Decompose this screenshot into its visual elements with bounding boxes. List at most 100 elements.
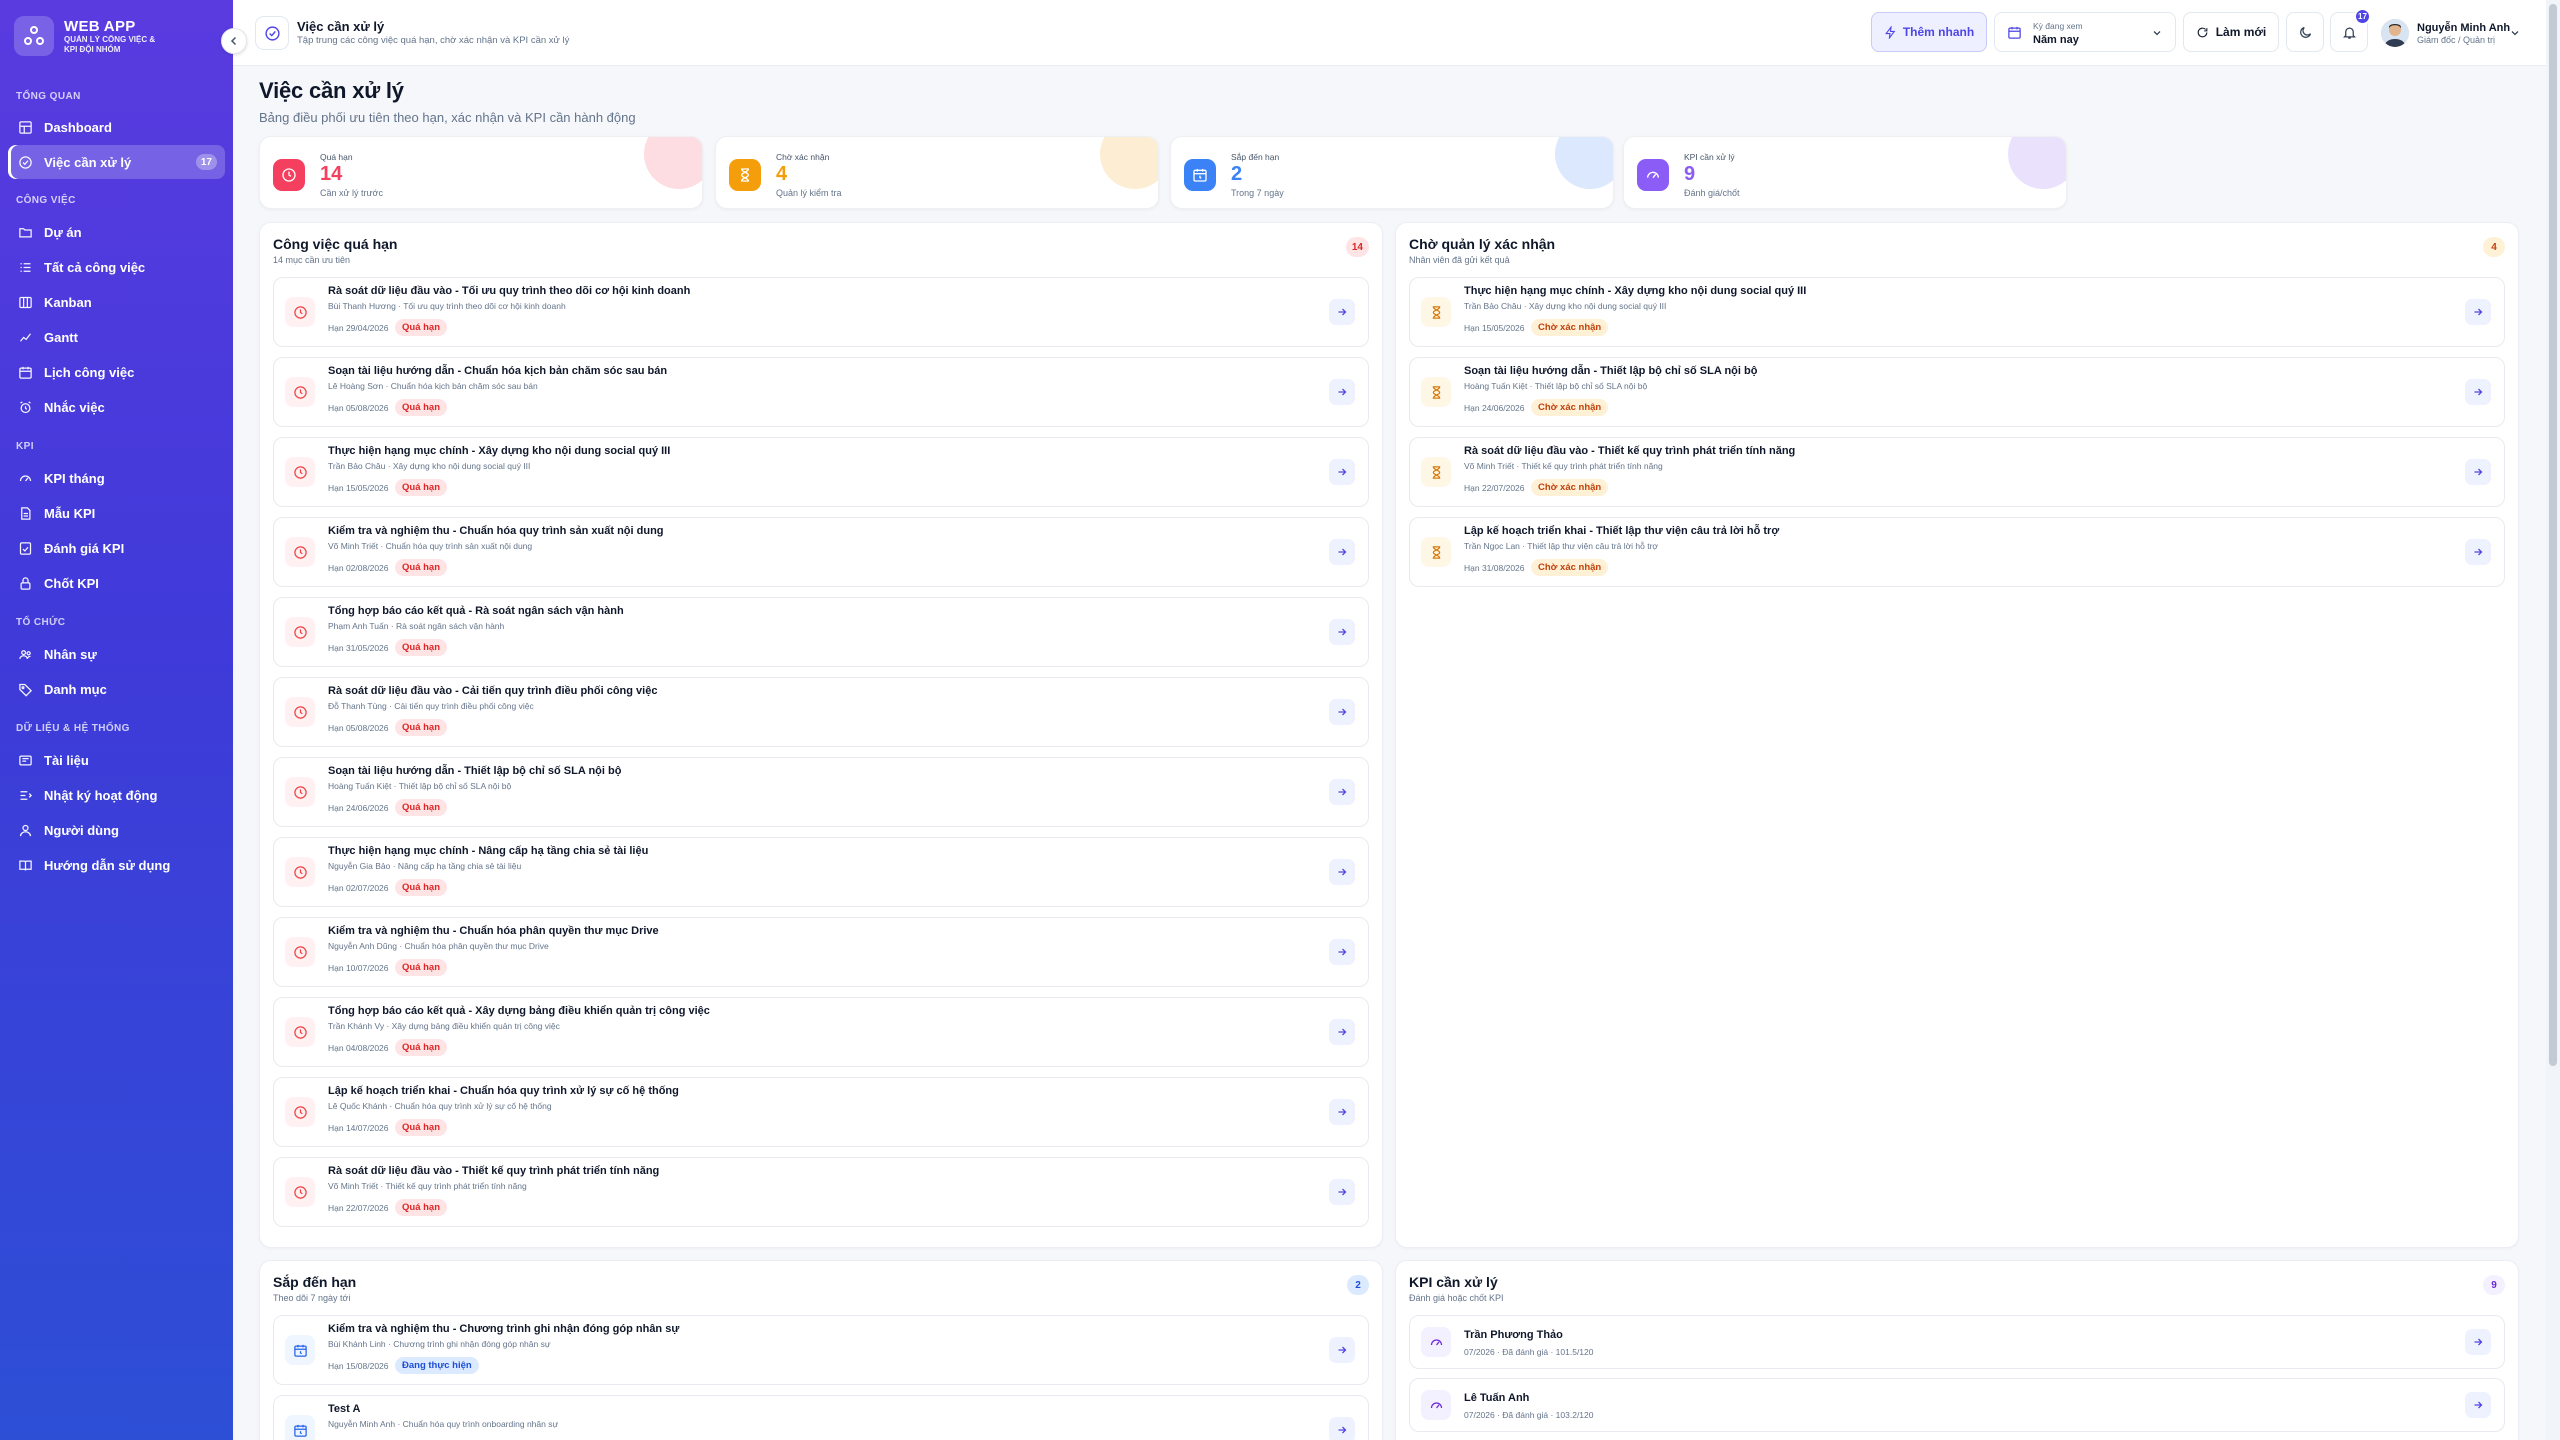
task-row[interactable]: Soạn tài liệu hướng dẫn - Thiết lập bộ c… xyxy=(1409,357,2505,427)
page-icon xyxy=(255,16,289,50)
sidebar-item-kpi-month[interactable]: KPI tháng xyxy=(8,461,225,495)
open-task-button[interactable] xyxy=(1329,1417,1355,1440)
open-task-button[interactable] xyxy=(1329,379,1355,405)
task-row[interactable]: Kiểm tra và nghiệm thu - Chương trình gh… xyxy=(273,1315,1369,1385)
sidebar-item-all-tasks[interactable]: Tất cả công việc xyxy=(8,250,225,284)
open-task-button[interactable] xyxy=(2465,379,2491,405)
users-icon xyxy=(18,647,33,662)
task-row[interactable]: Thực hiện hạng mục chính - Nâng cấp hạ t… xyxy=(273,837,1369,907)
sidebar-item-guide[interactable]: Hướng dẫn sử dụng xyxy=(8,848,225,882)
task-row[interactable]: Rà soát dữ liệu đầu vào - Thiết kế quy t… xyxy=(1409,437,2505,507)
sidebar-item-documents[interactable]: Tài liệu xyxy=(8,743,225,777)
stat-label: Chờ xác nhận xyxy=(776,152,830,162)
open-task-button[interactable] xyxy=(1329,859,1355,885)
quick-add-button[interactable]: Thêm nhanh xyxy=(1871,12,1987,52)
open-task-button[interactable] xyxy=(2465,539,2491,565)
sidebar-item-kpi-template[interactable]: Mẫu KPI xyxy=(8,496,225,530)
nav-section-work: CÔNG VIỆC xyxy=(16,195,76,206)
open-task-button[interactable] xyxy=(1329,299,1355,325)
page-title: Việc cần xử lý xyxy=(259,78,404,103)
sidebar-item-staff[interactable]: Nhân sự xyxy=(8,637,225,671)
open-task-button[interactable] xyxy=(1329,1019,1355,1045)
stat-overdue-card[interactable]: Quá hạn 14 Cần xử lý trước xyxy=(259,136,703,209)
stat-upcoming-card[interactable]: Sắp đến hạn 2 Trong 7 ngày xyxy=(1170,136,1614,209)
sidebar-item-calendar[interactable]: Lịch công việc xyxy=(8,355,225,389)
task-row[interactable]: Soạn tài liệu hướng dẫn - Thiết lập bộ c… xyxy=(273,757,1369,827)
task-row[interactable]: Rà soát dữ liệu đầu vào - Thiết kế quy t… xyxy=(273,1157,1369,1227)
refresh-button[interactable]: Làm mới xyxy=(2183,12,2279,52)
task-title: Lập kế hoạch triển khai - Thiết lập thư … xyxy=(1464,525,1780,537)
gauge-icon xyxy=(1429,1398,1444,1413)
theme-toggle-button[interactable] xyxy=(2286,12,2324,52)
stat-icon-box xyxy=(729,159,761,191)
sidebar-item-todo[interactable]: Việc cần xử lý 17 xyxy=(8,145,225,179)
task-row[interactable]: Rà soát dữ liệu đầu vào - Cải tiến quy t… xyxy=(273,677,1369,747)
sidebar-item-projects[interactable]: Dự án xyxy=(8,215,225,249)
open-task-button[interactable] xyxy=(1329,539,1355,565)
task-row[interactable]: Lập kế hoạch triển khai - Thiết lập thư … xyxy=(1409,517,2505,587)
open-task-button[interactable] xyxy=(1329,1099,1355,1125)
sidebar-item-kanban[interactable]: Kanban xyxy=(8,285,225,319)
brand[interactable]: WEB APP QUẢN LÝ CÔNG VIỆC & KPI ĐỘI NHÓM xyxy=(14,16,160,56)
period-select[interactable]: Kỳ đang xem Năm nay xyxy=(1994,12,2176,52)
kpi-row[interactable]: Lê Tuấn Anh 07/2026 · Đã đánh giá · 103.… xyxy=(1409,1378,2505,1432)
task-row[interactable]: Soạn tài liệu hướng dẫn - Chuẩn hóa kịch… xyxy=(273,357,1369,427)
kpi-row[interactable]: Trần Phương Thảo 07/2026 · Đã đánh giá ·… xyxy=(1409,1315,2505,1369)
sidebar-item-users[interactable]: Người dùng xyxy=(8,813,225,847)
task-meta: Đỗ Thanh Tùng · Cải tiến quy trình điều … xyxy=(328,701,534,711)
open-task-button[interactable] xyxy=(2465,459,2491,485)
open-task-button[interactable] xyxy=(1329,699,1355,725)
task-row[interactable]: Tổng hợp báo cáo kết quả - Rà soát ngân … xyxy=(273,597,1369,667)
task-row[interactable]: Lập kế hoạch triển khai - Chuẩn hóa quy … xyxy=(273,1077,1369,1147)
task-row[interactable]: Kiểm tra và nghiệm thu - Chuẩn hóa quy t… xyxy=(273,517,1369,587)
open-task-button[interactable] xyxy=(1329,1337,1355,1363)
avatar[interactable] xyxy=(2381,19,2409,47)
stat-icon-box xyxy=(1637,159,1669,191)
arrow-right-icon xyxy=(1336,1186,1348,1198)
page-scrollbar[interactable] xyxy=(2546,0,2560,1440)
task-title: Thực hiện hạng mục chính - Xây dựng kho … xyxy=(1464,285,1807,297)
task-row[interactable]: Tổng hợp báo cáo kết quả - Xây dựng bảng… xyxy=(273,997,1369,1067)
task-row[interactable]: Thực hiện hạng mục chính - Xây dựng kho … xyxy=(273,437,1369,507)
clock-icon xyxy=(293,625,308,640)
stat-value: 9 xyxy=(1684,163,1696,185)
task-row[interactable]: Kiểm tra và nghiệm thu - Chuẩn hóa phân … xyxy=(273,917,1369,987)
open-task-button[interactable] xyxy=(1329,619,1355,645)
task-meta: Trần Bảo Châu · Xây dựng kho nội dung so… xyxy=(1464,301,1667,311)
sidebar-item-gantt[interactable]: Gantt xyxy=(8,320,225,354)
task-row[interactable]: Test A Nguyễn Minh Anh · Chuẩn hóa quy t… xyxy=(273,1395,1369,1440)
sidebar-item-reminders[interactable]: Nhắc việc xyxy=(8,390,225,424)
task-title: Tổng hợp báo cáo kết quả - Rà soát ngân … xyxy=(328,605,624,617)
open-kpi-button[interactable] xyxy=(2465,1329,2491,1355)
refresh-label: Làm mới xyxy=(2215,25,2267,39)
stat-subtitle: Trong 7 ngày xyxy=(1231,188,1284,198)
open-task-button[interactable] xyxy=(2465,299,2491,325)
task-title: Kiểm tra và nghiệm thu - Chuẩn hóa phân … xyxy=(328,925,659,937)
scrollbar-thumb[interactable] xyxy=(2549,4,2557,1066)
open-task-button[interactable] xyxy=(1329,779,1355,805)
sidebar-item-kpi-review[interactable]: Đánh giá KPI xyxy=(8,531,225,565)
open-task-button[interactable] xyxy=(1329,1179,1355,1205)
status-badge: Chờ xác nhận xyxy=(1531,479,1609,496)
arrow-right-icon xyxy=(2472,546,2484,558)
open-kpi-button[interactable] xyxy=(2465,1392,2491,1418)
sidebar-item-kpi-lock[interactable]: Chốt KPI xyxy=(8,566,225,600)
collapse-sidebar-button[interactable] xyxy=(221,28,247,54)
chevron-down-icon[interactable] xyxy=(2509,27,2521,39)
open-task-button[interactable] xyxy=(1329,459,1355,485)
clock-icon xyxy=(293,865,308,880)
task-row[interactable]: Rà soát dữ liệu đầu vào - Tối ưu quy trì… xyxy=(273,277,1369,347)
stat-kpi-card[interactable]: KPI cần xử lý 9 Đánh giá/chốt xyxy=(1623,136,2067,209)
task-row[interactable]: Thực hiện hạng mục chính - Xây dựng kho … xyxy=(1409,277,2505,347)
nav-section-overview: TỔNG QUAN xyxy=(16,91,81,102)
sidebar-item-label: Tài liệu xyxy=(44,752,89,768)
arrow-right-icon xyxy=(1336,1344,1348,1356)
sidebar-item-label: KPI tháng xyxy=(44,470,105,486)
quick-add-label: Thêm nhanh xyxy=(1902,25,1975,39)
sidebar-item-activity-log[interactable]: Nhật ký hoạt động xyxy=(8,778,225,812)
open-task-button[interactable] xyxy=(1329,939,1355,965)
sidebar-item-categories[interactable]: Danh mục xyxy=(8,672,225,706)
sidebar-item-dashboard[interactable]: Dashboard xyxy=(8,110,225,144)
stat-pending-card[interactable]: Chờ xác nhận 4 Quản lý kiểm tra xyxy=(715,136,1159,209)
notifications-button[interactable]: 17 xyxy=(2330,8,2371,52)
